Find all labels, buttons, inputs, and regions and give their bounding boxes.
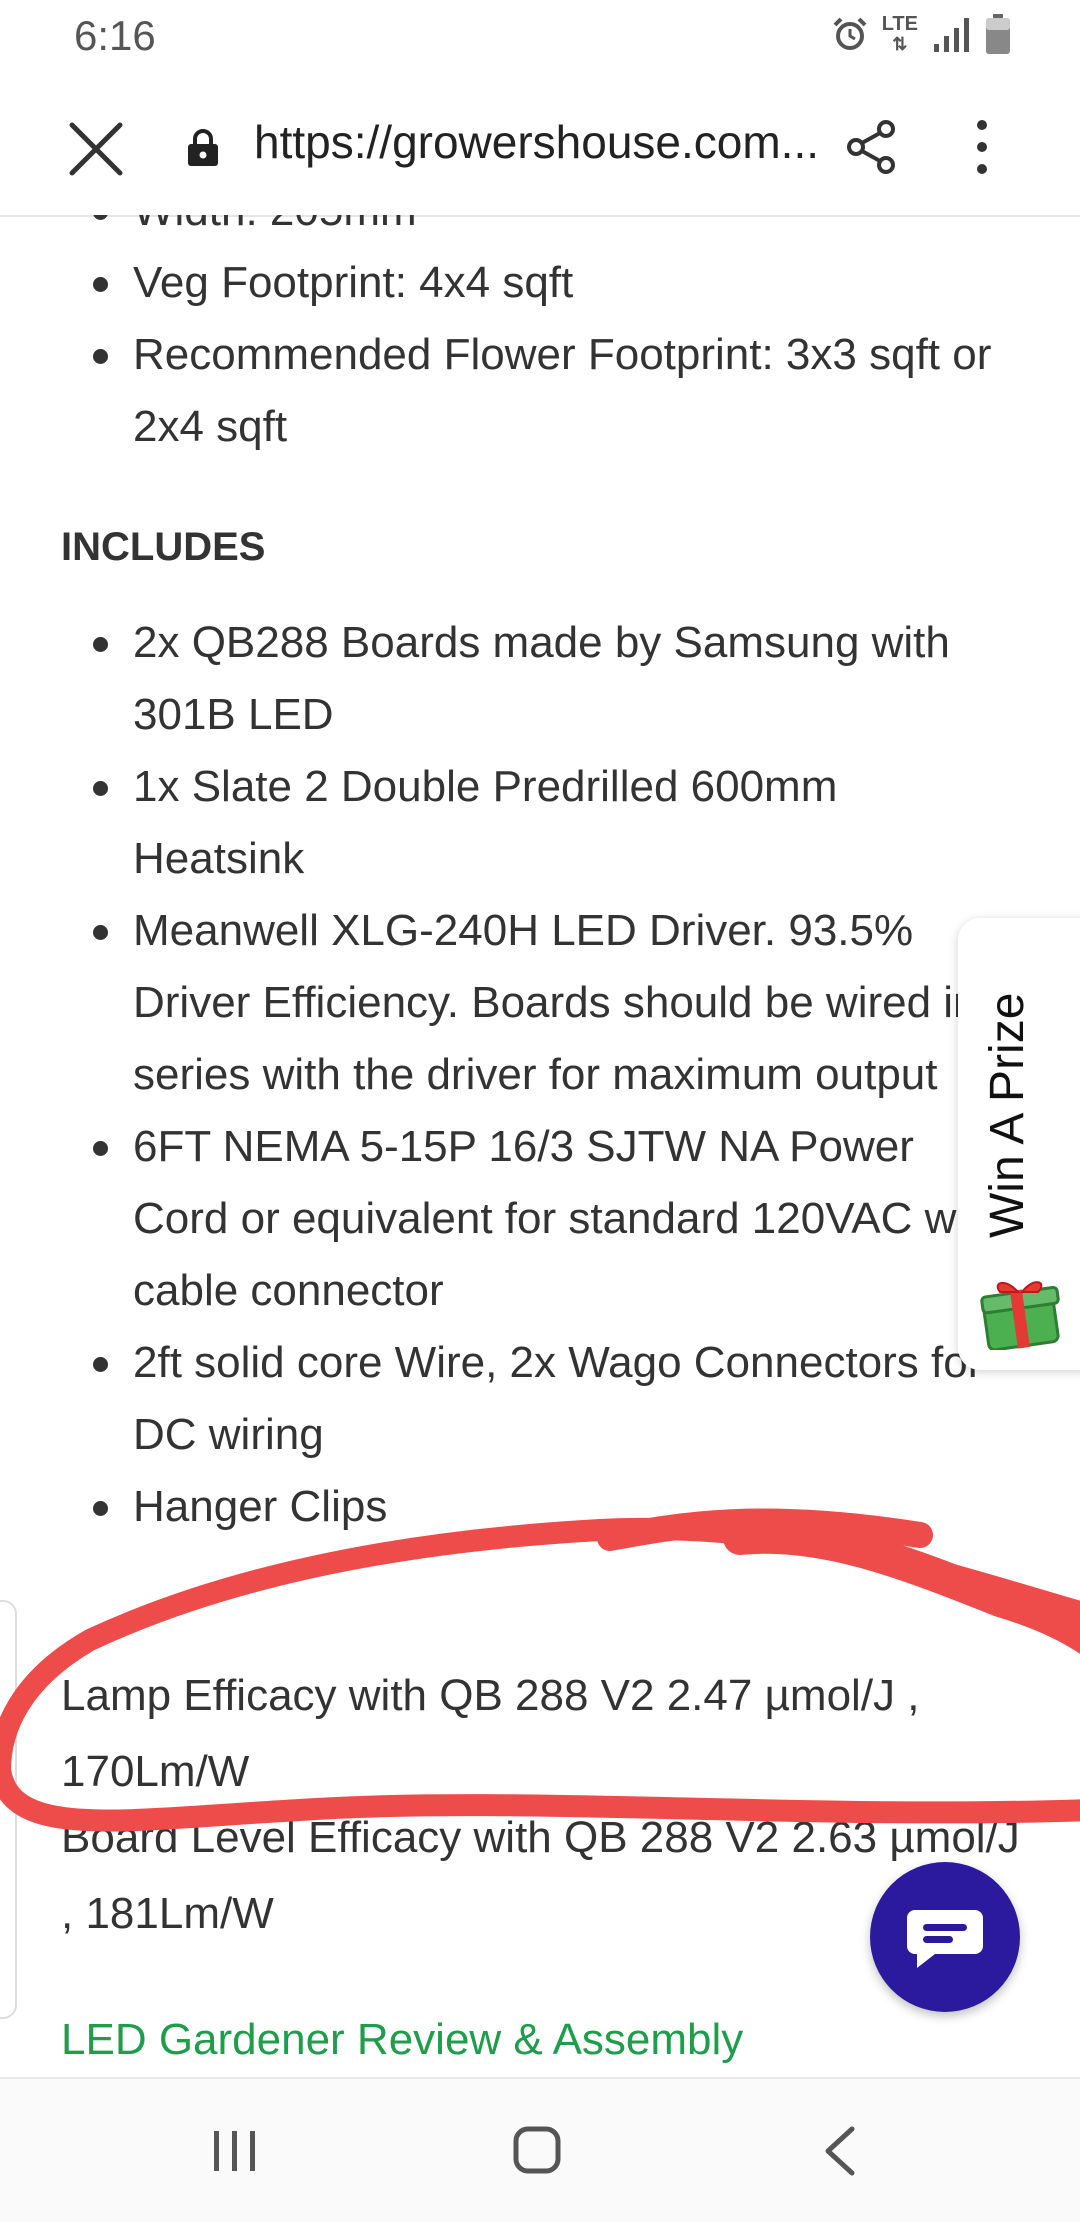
- status-time: 6:16: [74, 12, 156, 59]
- network-label: LTE: [881, 13, 918, 35]
- url-field[interactable]: https://growershouse.com...: [254, 115, 834, 169]
- side-edge-tab[interactable]: [0, 1600, 17, 2019]
- status-bar: 6:16 LTE ⇅: [0, 0, 1080, 75]
- review-link[interactable]: LED Gardener Review & Assembly: [61, 2015, 743, 2065]
- navigation-bar: [0, 2077, 1080, 2222]
- list-item: 6FT NEMA 5-15P 16/3 SJTW NA Power Cord o…: [0, 1111, 1013, 1327]
- back-icon[interactable]: [820, 2125, 860, 2177]
- list-item: Hanger Clips: [0, 1471, 1013, 1543]
- chat-icon: [907, 1910, 983, 1968]
- battery-icon: [986, 14, 1010, 54]
- list-item: 2ft solid core Wire, 2x Wago Connectors …: [0, 1327, 1013, 1471]
- chat-button[interactable]: [870, 1862, 1020, 2012]
- browser-toolbar: https://growershouse.com...: [0, 75, 1080, 217]
- gift-icon: [980, 1281, 1060, 1350]
- list-item: Recommended Flower Footprint: 3x3 sqft o…: [0, 319, 1013, 463]
- includes-heading: INCLUDES: [61, 525, 266, 569]
- list-item: Meanwell XLG-240H LED Driver. 93.5% Driv…: [0, 895, 1013, 1111]
- win-prize-tab[interactable]: Win A Prize: [958, 918, 1080, 1370]
- recent-apps-icon[interactable]: [210, 2127, 260, 2175]
- home-icon[interactable]: [512, 2125, 562, 2175]
- status-icons: LTE ⇅: [832, 14, 1010, 54]
- win-prize-label: Win A Prize: [981, 992, 1034, 1238]
- lte-icon: LTE ⇅: [881, 13, 918, 54]
- list-item: Width: 205mm: [0, 215, 1013, 247]
- share-icon[interactable]: [840, 115, 904, 179]
- specs-list: Width: 205mm Veg Footprint: 4x4 sqft Rec…: [0, 215, 1013, 463]
- page-content: Width: 205mm Veg Footprint: 4x4 sqft Rec…: [0, 215, 1080, 2077]
- signal-icon: [934, 18, 969, 52]
- more-vert-icon[interactable]: [960, 115, 1004, 179]
- list-item: Veg Footprint: 4x4 sqft: [0, 247, 1013, 319]
- list-item: 2x QB288 Boards made by Samsung with 301…: [0, 607, 1013, 751]
- close-icon[interactable]: [60, 113, 132, 185]
- lock-icon: [188, 129, 218, 166]
- lamp-efficacy-text: Lamp Efficacy with QB 288 V2 2.47 µmol/J…: [61, 1671, 920, 1796]
- includes-list: 2x QB288 Boards made by Samsung with 301…: [0, 607, 1013, 1543]
- list-item: 1x Slate 2 Double Predrilled 600mm Heats…: [0, 751, 1013, 895]
- alarm-icon: [833, 17, 867, 50]
